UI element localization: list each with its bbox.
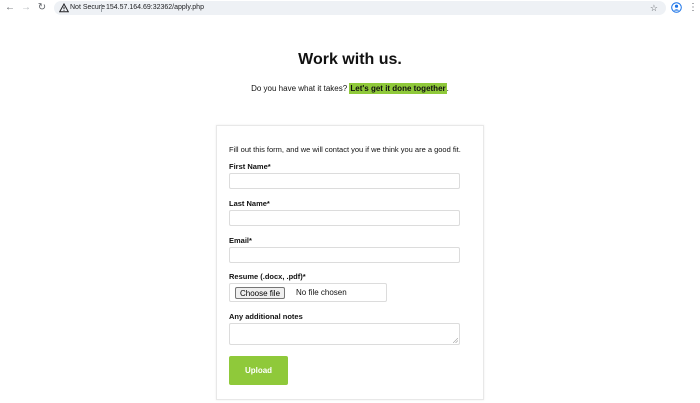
resume-label: Resume (.docx, .pdf)* [229, 272, 306, 281]
warning-triangle-icon[interactable] [59, 3, 69, 13]
resize-grip-icon[interactable] [453, 338, 458, 343]
resume-file-input[interactable]: Choose file No file chosen [229, 283, 387, 302]
tagline-highlight: Let's get it done together [349, 83, 447, 94]
first-name-input[interactable] [229, 173, 460, 189]
last-name-label: Last Name* [229, 199, 270, 208]
tagline-suffix: . [446, 84, 449, 93]
file-status: No file chosen [296, 288, 347, 297]
tagline: Do you have what it takes? Let's get it … [0, 83, 700, 94]
last-name-input[interactable] [229, 210, 460, 226]
page-title: Work with us. [298, 51, 402, 68]
arrow-right-icon[interactable]: → [20, 2, 32, 14]
application-form: Fill out this form, and we will contact … [216, 125, 484, 400]
email-input[interactable] [229, 247, 460, 263]
notes-label: Any additional notes [229, 312, 303, 321]
reload-icon[interactable]: ↻ [36, 2, 48, 14]
profile-icon[interactable] [671, 2, 682, 13]
first-name-label: First Name* [229, 162, 271, 171]
url-text[interactable]: 154.57.164.69:32362/apply.php [106, 2, 204, 14]
arrow-left-icon[interactable]: ← [4, 2, 16, 14]
star-icon[interactable]: ☆ [650, 2, 658, 14]
email-label: Email* [229, 236, 252, 245]
browser-toolbar: ← → ↻ Not Secure 154.57.164.69:32362/app… [0, 0, 700, 16]
address-separator [101, 4, 102, 12]
security-label[interactable]: Not Secure [70, 2, 105, 14]
address-bar[interactable]: Not Secure 154.57.164.69:32362/apply.php… [54, 1, 666, 15]
upload-button[interactable]: Upload [229, 356, 288, 385]
choose-file-button[interactable]: Choose file [235, 287, 286, 299]
form-intro: Fill out this form, and we will contact … [229, 145, 461, 154]
tagline-prefix: Do you have what it takes? [251, 84, 350, 93]
notes-textarea[interactable] [229, 323, 460, 345]
kebab-menu-icon[interactable]: ⋮ [688, 1, 698, 14]
